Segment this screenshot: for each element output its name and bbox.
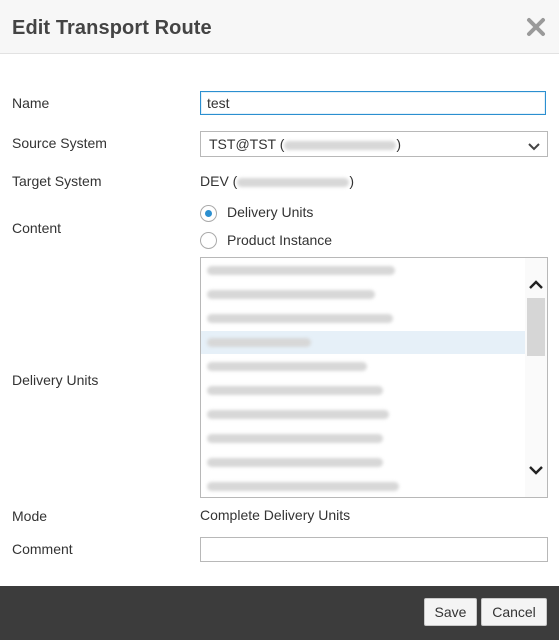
target-system-text: DEV ( bbox=[200, 173, 238, 189]
list-scrollbar[interactable] bbox=[525, 258, 547, 497]
list-item[interactable] bbox=[201, 475, 525, 497]
redacted-text bbox=[207, 290, 375, 299]
cancel-button[interactable]: Cancel bbox=[481, 598, 547, 626]
chevron-up-icon[interactable] bbox=[527, 276, 545, 294]
comment-input[interactable] bbox=[200, 537, 548, 562]
name-label: Name bbox=[12, 95, 50, 111]
redacted-text bbox=[207, 458, 383, 467]
list-item[interactable] bbox=[201, 355, 525, 378]
source-system-select[interactable]: TST@TST () bbox=[200, 131, 548, 157]
list-item[interactable] bbox=[201, 403, 525, 426]
target-system-suffix: ) bbox=[349, 173, 355, 189]
source-system-value: TST@TST ( bbox=[209, 136, 285, 152]
list-item[interactable] bbox=[201, 379, 525, 402]
target-system-value: DEV () bbox=[200, 173, 354, 189]
redacted-text bbox=[284, 140, 397, 150]
redacted-text bbox=[237, 177, 350, 187]
dialog-title: Edit Transport Route bbox=[12, 17, 212, 39]
redacted-text bbox=[207, 410, 389, 419]
scroll-thumb[interactable] bbox=[527, 298, 545, 356]
list-item[interactable] bbox=[201, 307, 525, 330]
radio-product-instance-label[interactable]: Product Instance bbox=[227, 232, 332, 248]
redacted-text bbox=[207, 362, 367, 371]
radio-delivery-units-label[interactable]: Delivery Units bbox=[227, 204, 313, 220]
target-system-label: Target System bbox=[12, 173, 102, 189]
redacted-text bbox=[207, 434, 383, 443]
list-item[interactable] bbox=[201, 427, 525, 450]
delivery-units-list[interactable] bbox=[200, 257, 548, 498]
redacted-text bbox=[207, 482, 399, 491]
list-item[interactable] bbox=[201, 331, 525, 354]
redacted-text bbox=[207, 314, 393, 323]
delivery-units-label: Delivery Units bbox=[12, 372, 99, 388]
save-button[interactable]: Save bbox=[424, 598, 477, 626]
radio-delivery-units[interactable] bbox=[200, 205, 217, 222]
list-item[interactable] bbox=[201, 259, 525, 282]
chevron-down-icon[interactable] bbox=[527, 461, 545, 479]
mode-label: Mode bbox=[12, 508, 48, 524]
edit-transport-route-dialog: Edit Transport Route Name Source System … bbox=[0, 0, 559, 640]
source-system-suffix: ) bbox=[396, 136, 402, 152]
comment-label: Comment bbox=[12, 541, 73, 557]
dialog-header: Edit Transport Route bbox=[0, 0, 559, 54]
name-input[interactable] bbox=[200, 91, 546, 115]
list-item[interactable] bbox=[201, 283, 525, 306]
source-system-label: Source System bbox=[12, 135, 107, 151]
chevron-down-icon bbox=[528, 139, 540, 151]
content-label: Content bbox=[12, 220, 62, 236]
redacted-text bbox=[207, 386, 383, 395]
redacted-text bbox=[207, 266, 395, 275]
redacted-text bbox=[207, 338, 311, 347]
list-item[interactable] bbox=[201, 451, 525, 474]
close-icon[interactable] bbox=[523, 14, 549, 40]
mode-value: Complete Delivery Units bbox=[200, 507, 351, 523]
radio-product-instance[interactable] bbox=[200, 232, 217, 249]
